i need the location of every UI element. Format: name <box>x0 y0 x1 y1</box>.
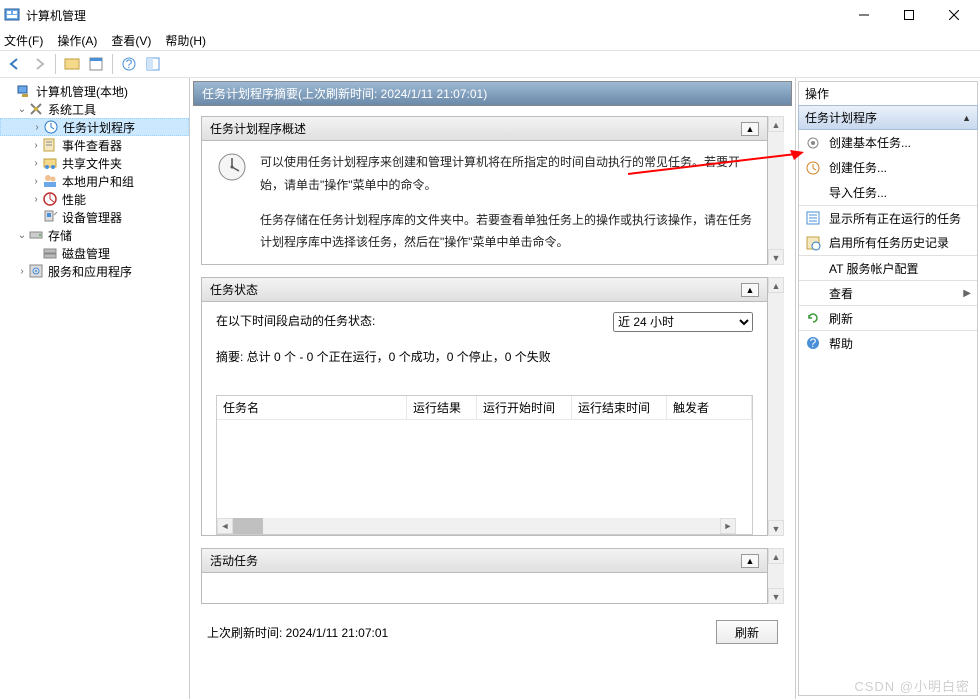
blank-icon <box>805 285 821 301</box>
chevron-right-icon: ▶ <box>963 288 971 299</box>
action-at-account[interactable]: AT 服务帐户配置 <box>799 255 977 280</box>
refresh-icon <box>805 310 821 326</box>
col-result[interactable]: 运行结果 <box>407 396 477 419</box>
status-label: 在以下时间段启动的任务状态: <box>216 312 375 332</box>
forward-button[interactable] <box>28 53 50 75</box>
toolbar-separator <box>112 54 113 74</box>
window-title: 计算机管理 <box>26 7 841 24</box>
horizontal-scrollbar[interactable]: ◄► <box>217 518 736 534</box>
center-pane: 任务计划程序摘要(上次刷新时间: 2024/1/11 21:07:01) 任务计… <box>190 78 796 699</box>
event-icon <box>42 137 58 153</box>
tree-event-viewer[interactable]: ›事件查看器 <box>0 136 189 154</box>
tools-icon <box>28 101 44 117</box>
actions-section-header[interactable]: 任务计划程序▲ <box>798 105 978 130</box>
tree-task-scheduler[interactable]: ›任务计划程序 <box>0 118 189 136</box>
action-view[interactable]: 查看▶ <box>799 280 977 305</box>
col-task-name[interactable]: 任务名 <box>217 396 407 419</box>
actions-title: 操作 <box>798 81 978 105</box>
col-trigger[interactable]: 触发者 <box>667 396 752 419</box>
menu-action[interactable]: 操作(A) <box>57 32 97 49</box>
users-icon <box>42 173 58 189</box>
tree-performance[interactable]: ›性能 <box>0 190 189 208</box>
clock-icon <box>216 151 248 183</box>
summary-header: 任务计划程序摘要(上次刷新时间: 2024/1/11 21:07:01) <box>193 81 792 106</box>
scrollbar[interactable]: ▲▼ <box>768 116 784 265</box>
menu-view[interactable]: 查看(V) <box>111 32 151 49</box>
toolbar-separator <box>55 54 56 74</box>
history-icon <box>805 235 821 251</box>
tree-root[interactable]: 计算机管理(本地) <box>0 82 189 100</box>
action-create-basic-task[interactable]: 创建基本任务... <box>799 130 977 155</box>
scrollbar[interactable]: ▲▼ <box>768 277 784 536</box>
overview-text-1: 可以使用任务计划程序来创建和管理计算机将在所指定的时间自动执行的常见任务。若要开… <box>260 151 753 197</box>
help-button[interactable]: ? <box>118 53 140 75</box>
task-table: 任务名 运行结果 运行开始时间 运行结束时间 触发者 ◄► <box>216 395 753 535</box>
svg-text:?: ? <box>810 336 817 350</box>
storage-icon <box>28 227 44 243</box>
performance-icon <box>42 191 58 207</box>
overview-panel: 任务计划程序概述 ▲ 可以使用任务计划程序来创建和管理计算机将在所指定的时间自动执… <box>201 116 768 265</box>
shared-icon <box>42 155 58 171</box>
device-icon <box>42 209 58 225</box>
list-icon <box>805 210 821 226</box>
collapse-button[interactable]: ▲ <box>741 283 759 297</box>
active-tasks-panel: 活动任务 ▲ <box>201 548 768 604</box>
clock-icon <box>805 160 821 176</box>
last-refresh-label: 上次刷新时间: 2024/1/11 21:07:01 <box>207 624 388 641</box>
tree-disk-management[interactable]: 磁盘管理 <box>0 244 189 262</box>
svg-text:?: ? <box>126 57 133 71</box>
tree-system-tools[interactable]: ⌄系统工具 <box>0 100 189 118</box>
overview-text-2: 任务存储在任务计划程序库的文件夹中。若要查看单独任务上的操作或执行该操作，请在任… <box>260 209 753 255</box>
navigation-tree: 计算机管理(本地) ⌄系统工具 ›任务计划程序 ›事件查看器 ›共享文件夹 ›本… <box>0 78 190 699</box>
properties-button[interactable] <box>85 53 107 75</box>
action-help[interactable]: ?帮助 <box>799 330 977 355</box>
scrollbar[interactable]: ▲▼ <box>768 548 784 604</box>
watermark: CSDN @小明白密 <box>854 676 970 695</box>
blank-icon <box>805 185 821 201</box>
up-button[interactable] <box>61 53 83 75</box>
app-icon <box>4 7 20 23</box>
menu-help[interactable]: 帮助(H) <box>165 32 206 49</box>
view-button[interactable] <box>142 53 164 75</box>
back-button[interactable] <box>4 53 26 75</box>
action-show-running[interactable]: 显示所有正在运行的任务 <box>799 205 977 230</box>
action-refresh[interactable]: 刷新 <box>799 305 977 330</box>
menu-bar: 文件(F) 操作(A) 查看(V) 帮助(H) <box>0 30 980 50</box>
status-summary: 摘要: 总计 0 个 - 0 个正在运行，0 个成功，0 个停止，0 个失败 <box>216 348 753 365</box>
col-end[interactable]: 运行结束时间 <box>572 396 667 419</box>
tree-shared-folders[interactable]: ›共享文件夹 <box>0 154 189 172</box>
action-enable-history[interactable]: 启用所有任务历史记录 <box>799 230 977 255</box>
action-import-task[interactable]: 导入任务... <box>799 180 977 205</box>
collapse-icon: ▲ <box>962 113 971 123</box>
collapse-button[interactable]: ▲ <box>741 554 759 568</box>
minimize-button[interactable] <box>841 1 886 29</box>
toolbar: ? <box>0 50 980 78</box>
tree-local-users[interactable]: ›本地用户和组 <box>0 172 189 190</box>
task-status-panel: 任务状态 ▲ 在以下时间段启动的任务状态: 近 24 小时 摘要: 总计 0 个 … <box>201 277 768 536</box>
tree-storage[interactable]: ⌄存储 <box>0 226 189 244</box>
maximize-button[interactable] <box>886 1 931 29</box>
services-icon <box>28 263 44 279</box>
action-create-task[interactable]: 创建任务... <box>799 155 977 180</box>
disk-icon <box>42 245 58 261</box>
tree-services-apps[interactable]: ›服务和应用程序 <box>0 262 189 280</box>
actions-pane: 操作 任务计划程序▲ 创建基本任务... 创建任务... 导入任务... 显示所… <box>796 78 980 699</box>
computer-icon <box>16 83 32 99</box>
tree-device-manager[interactable]: 设备管理器 <box>0 208 189 226</box>
close-button[interactable] <box>931 1 976 29</box>
active-title: 活动任务 <box>210 552 258 569</box>
col-start[interactable]: 运行开始时间 <box>477 396 572 419</box>
status-title: 任务状态 <box>210 281 258 298</box>
period-select[interactable]: 近 24 小时 <box>613 312 753 332</box>
help-icon: ? <box>805 335 821 351</box>
gear-icon <box>805 135 821 151</box>
clock-icon <box>43 119 59 135</box>
collapse-button[interactable]: ▲ <box>741 122 759 136</box>
blank-icon <box>805 260 821 276</box>
title-bar: 计算机管理 <box>0 0 980 30</box>
overview-title: 任务计划程序概述 <box>210 120 306 137</box>
refresh-button[interactable]: 刷新 <box>716 620 778 644</box>
menu-file[interactable]: 文件(F) <box>4 32 43 49</box>
